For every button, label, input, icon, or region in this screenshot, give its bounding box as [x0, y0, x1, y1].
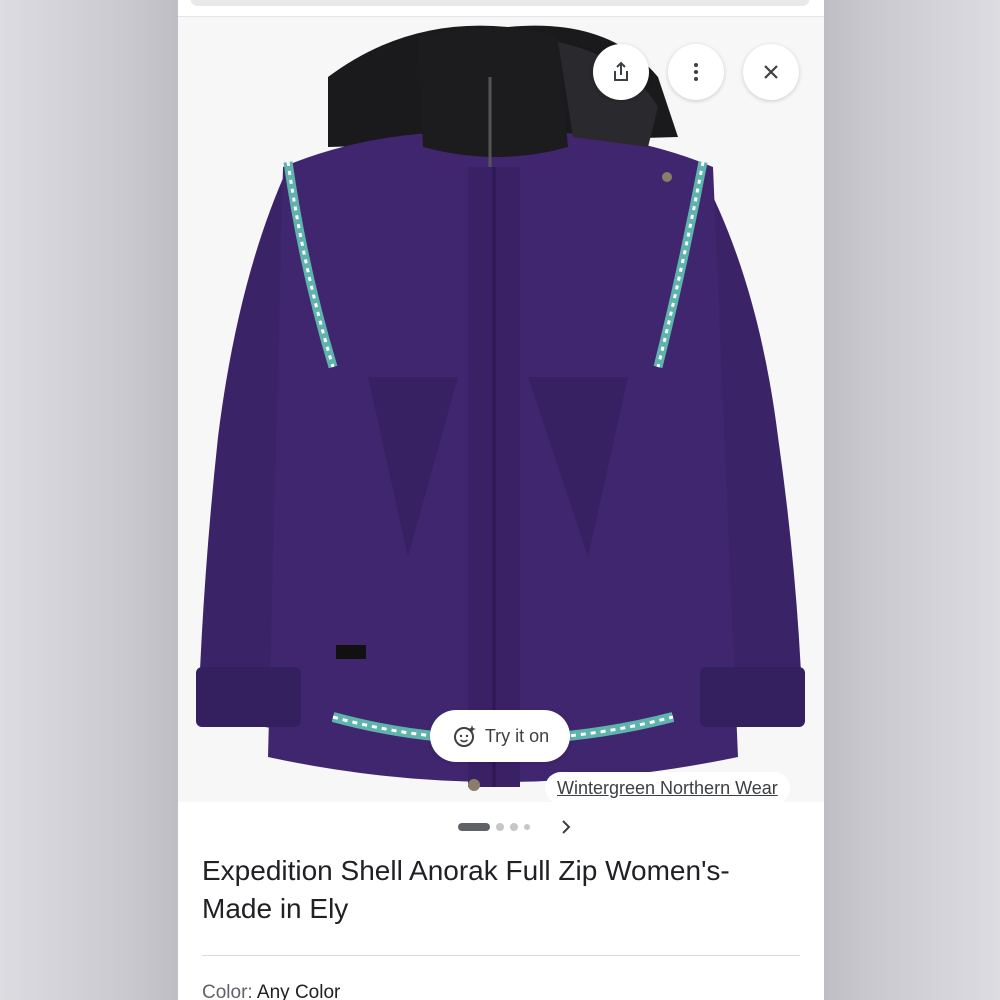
drag-handle-bar[interactable] [190, 0, 810, 6]
color-row[interactable]: Color: Any Color [202, 982, 340, 1000]
chevron-right-icon[interactable] [558, 819, 574, 835]
color-value: Any Color [256, 982, 341, 1000]
product-sheet: Try it on Wintergreen Northern Wear Expe… [178, 0, 824, 1000]
left-backdrop [0, 0, 180, 1000]
source-link[interactable]: Wintergreen Northern Wear [557, 778, 778, 799]
try-it-on-button[interactable]: Try it on [430, 710, 570, 762]
more-vert-icon [694, 63, 698, 81]
share-button[interactable] [593, 44, 649, 100]
color-label: Color: [202, 982, 253, 1000]
right-backdrop [820, 0, 1000, 1000]
section-divider [202, 955, 800, 956]
pager-dot[interactable] [510, 823, 518, 831]
product-title: Expedition Shell Anorak Full Zip Women's… [202, 855, 730, 924]
product-image-carousel[interactable]: Try it on Wintergreen Northern Wear [178, 17, 824, 802]
close-icon [764, 65, 778, 79]
source-chip[interactable]: Wintergreen Northern Wear [545, 772, 790, 802]
carousel-pager [458, 817, 574, 837]
sparkle-face-icon [453, 725, 476, 747]
close-button[interactable] [743, 44, 799, 100]
pager-dot-active[interactable] [458, 823, 490, 831]
try-it-on-label: Try it on [484, 725, 550, 746]
more-options-button[interactable] [668, 44, 724, 100]
share-icon [614, 61, 628, 81]
pager-dot[interactable] [496, 823, 504, 831]
product-image [178, 17, 824, 802]
pager-dot[interactable] [524, 824, 530, 830]
